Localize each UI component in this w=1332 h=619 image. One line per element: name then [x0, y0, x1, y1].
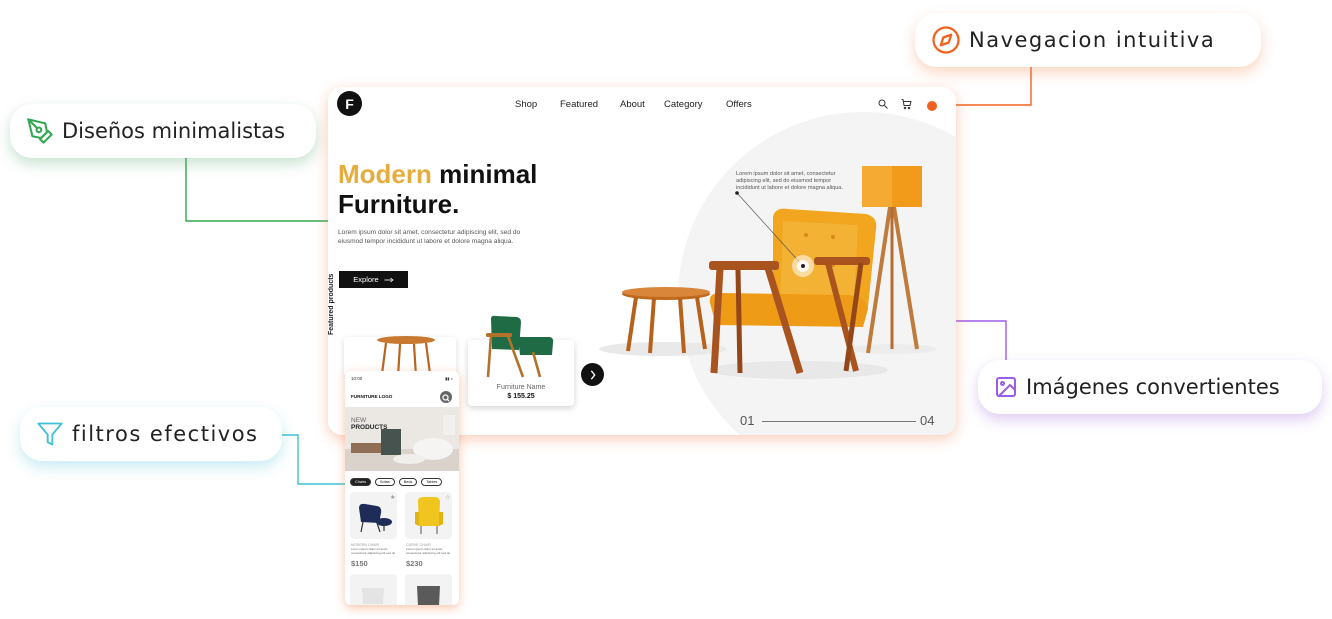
filter-icon [37, 422, 63, 446]
category-filter-chips: Chairs Sofas Beds Tables [350, 478, 443, 486]
mobile-hero-line2: PRODUCTS [351, 424, 388, 431]
image-icon [996, 377, 1016, 397]
mobile-hero-text: NEW PRODUCTS [351, 417, 387, 431]
callout-effective-filters: filtros efectivos [20, 407, 282, 461]
slide-current: 01 [740, 413, 755, 428]
product-price: $230 [406, 559, 423, 568]
callout-minimal-designs: Diseños minimalistas [10, 104, 316, 158]
nav-marker-dot [927, 101, 937, 111]
product-tile-3[interactable] [350, 574, 397, 605]
product-tile-curve-chair[interactable]: ☆ [405, 492, 452, 539]
chip-sofas[interactable]: Sofas [374, 478, 395, 486]
callout-converting-images: Imágenes convertientes [978, 360, 1322, 414]
mobile-hero-banner[interactable]: NEW PRODUCTS [345, 407, 459, 471]
slide-progress-line [762, 421, 916, 422]
compass-icon [932, 26, 960, 54]
mobile-brand-logo: FURNITURE LOGO [351, 394, 393, 399]
status-icons: ▮▮ ◖ [445, 376, 453, 381]
star-icon[interactable]: ☆ [445, 494, 450, 501]
product-tile-4[interactable] [405, 574, 452, 605]
status-time: 10:00 [351, 376, 363, 381]
search-icon [442, 394, 450, 402]
product-description: Lorem ipsum dolor sit amet, consectetur … [406, 547, 451, 555]
product-description: Lorem ipsum dolor sit amet, consectetur … [351, 547, 396, 555]
chip-chairs[interactable]: Chairs [350, 478, 371, 486]
mobile-search-button[interactable] [440, 391, 452, 403]
grey-chair-image [417, 586, 440, 605]
chip-tables[interactable]: Tables [421, 478, 443, 486]
pen-tool-icon [27, 118, 53, 144]
callout-minimal-text: Diseños minimalistas [62, 119, 286, 143]
chip-beds[interactable]: Beds [398, 478, 418, 486]
callout-images-text: Imágenes convertientes [1026, 375, 1280, 399]
callout-navigation-text: Navegacion intuitiva [969, 28, 1216, 52]
product-tile-modern-chair[interactable]: ★ [350, 492, 397, 539]
star-icon[interactable]: ★ [390, 494, 395, 501]
white-chair-image [362, 588, 384, 604]
slide-total: 04 [920, 413, 935, 428]
callout-filters-text: filtros efectivos [72, 422, 259, 446]
callout-intuitive-navigation: Navegacion intuitiva [915, 13, 1261, 67]
product-price: $150 [351, 559, 368, 568]
mobile-hero-line1: NEW [351, 417, 367, 424]
mobile-app-mockup: 10:00 ▮▮ ◖ FURNITURE LOGO NEW PRODUCTS C… [345, 371, 459, 605]
